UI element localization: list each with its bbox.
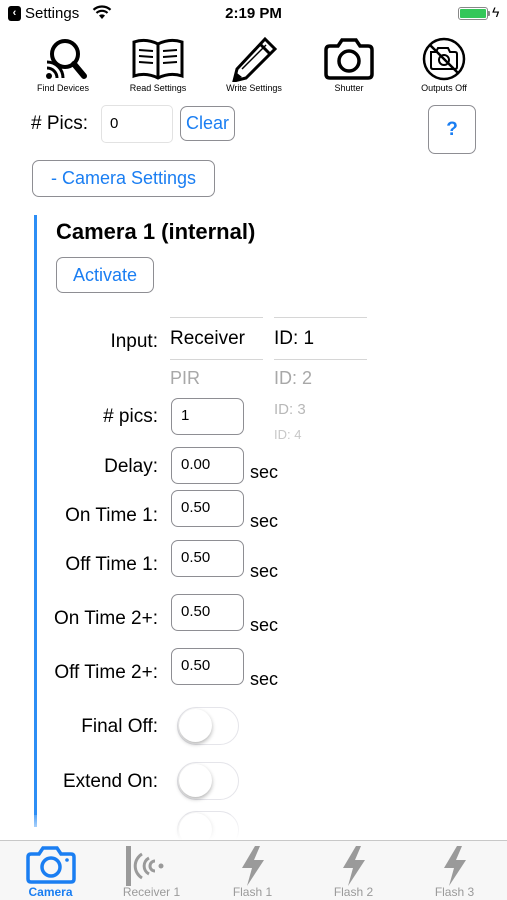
picker-option[interactable]: ID: 4	[274, 427, 301, 439]
camera-title: Camera 1 (internal)	[56, 219, 256, 244]
help-button[interactable]: ?	[428, 105, 476, 154]
picker-option[interactable]: ID: 1	[274, 328, 314, 350]
picker-option[interactable]: ID: 2	[274, 368, 312, 389]
clock: 2:19 PM	[225, 5, 282, 22]
on-time-1-label: On Time 1:	[65, 505, 158, 526]
book-icon	[132, 38, 184, 80]
on-time-1-unit: sec	[250, 511, 279, 531]
pics-count-field[interactable]: 0	[101, 105, 173, 143]
tab-camera[interactable]: Camera	[0, 841, 101, 900]
tab-label: Camera	[28, 885, 73, 899]
pencil-icon	[232, 36, 278, 82]
off-time-2-field[interactable]: 0.50	[171, 648, 244, 685]
picker-option[interactable]: PIR	[170, 368, 200, 389]
tab-bar: Camera Receiver 1 Flash 1 Flash 2 Flash …	[0, 840, 507, 900]
picker-option[interactable]: ID: 3	[274, 401, 306, 418]
delay-field[interactable]: 0.00	[171, 447, 244, 484]
scroll-fade	[0, 815, 507, 840]
toolbar-label: Find Devices	[36, 83, 90, 93]
final-off-label: Final Off:	[81, 716, 158, 737]
receiver-icon	[125, 846, 163, 886]
toolbar-label: Read Settings	[129, 83, 187, 93]
on-time-1-field[interactable]: 0.50	[171, 490, 244, 527]
read-settings-button[interactable]: Read Settings	[113, 36, 203, 93]
device-id-picker[interactable]: ID: 1 ID: 2 ID: 3 ID: 4	[274, 317, 367, 439]
find-devices-button[interactable]: Find Devices	[18, 36, 108, 93]
final-off-toggle[interactable]	[177, 707, 239, 745]
camera-icon	[324, 38, 374, 80]
delay-unit: sec	[250, 462, 279, 482]
camera-off-icon	[422, 37, 466, 81]
extend-on-toggle[interactable]	[177, 762, 239, 800]
camera-settings-toggle-button[interactable]: - Camera Settings	[32, 160, 215, 197]
camera-icon	[25, 846, 76, 884]
panel-accent-bar	[34, 215, 37, 827]
flash-icon	[443, 846, 466, 886]
off-time-2-unit: sec	[250, 669, 279, 689]
tab-label: Flash 3	[434, 885, 475, 899]
battery-tip	[488, 11, 490, 16]
off-time-2-label: Off Time 2+:	[54, 662, 158, 683]
shutter-button[interactable]: Shutter	[304, 36, 394, 93]
tab-label: Receiver 1	[122, 885, 181, 899]
toolbar-label: Write Settings	[226, 83, 282, 93]
charging-icon: ϟ	[492, 4, 500, 20]
toolbar-label: Shutter	[334, 83, 364, 93]
toolbar-label: Outputs Off	[421, 83, 467, 93]
battery-icon	[458, 7, 488, 20]
write-settings-button[interactable]: Write Settings	[209, 36, 299, 93]
status-bar: ‹ Settings 2:19 PM ϟ	[0, 0, 507, 28]
find-devices-icon	[46, 39, 87, 79]
pics-per-trigger-field[interactable]: 1	[171, 398, 244, 435]
tab-receiver-1[interactable]: Receiver 1	[101, 841, 202, 900]
on-time-2-unit: sec	[250, 615, 279, 635]
flash-icon	[342, 846, 365, 886]
toolbar: Find Devices Read Settings Write Setting…	[0, 36, 507, 96]
delay-label: Delay:	[104, 456, 158, 477]
picker-option[interactable]: Receiver	[170, 328, 245, 350]
on-time-2-field[interactable]: 0.50	[171, 594, 244, 631]
pics-per-trigger-label: # pics:	[103, 406, 158, 427]
tab-label: Flash 2	[333, 885, 374, 899]
on-time-2-label: On Time 2+:	[53, 608, 158, 629]
tab-flash-2[interactable]: Flash 2	[303, 841, 404, 900]
off-time-1-unit: sec	[250, 561, 279, 581]
pics-label: # Pics:	[31, 113, 89, 134]
clear-button[interactable]: Clear	[180, 106, 235, 141]
off-time-1-field[interactable]: 0.50	[171, 540, 244, 577]
tab-flash-3[interactable]: Flash 3	[404, 841, 505, 900]
tab-label: Flash 1	[232, 885, 273, 899]
activate-button[interactable]: Activate	[56, 257, 154, 293]
outputs-off-button[interactable]: Outputs Off	[399, 36, 489, 93]
tab-flash-1[interactable]: Flash 1	[202, 841, 303, 900]
off-time-1-label: Off Time 1:	[65, 554, 158, 575]
extend-on-label: Extend On:	[62, 771, 158, 792]
flash-icon	[241, 846, 264, 886]
input-label: Input:	[110, 331, 158, 352]
